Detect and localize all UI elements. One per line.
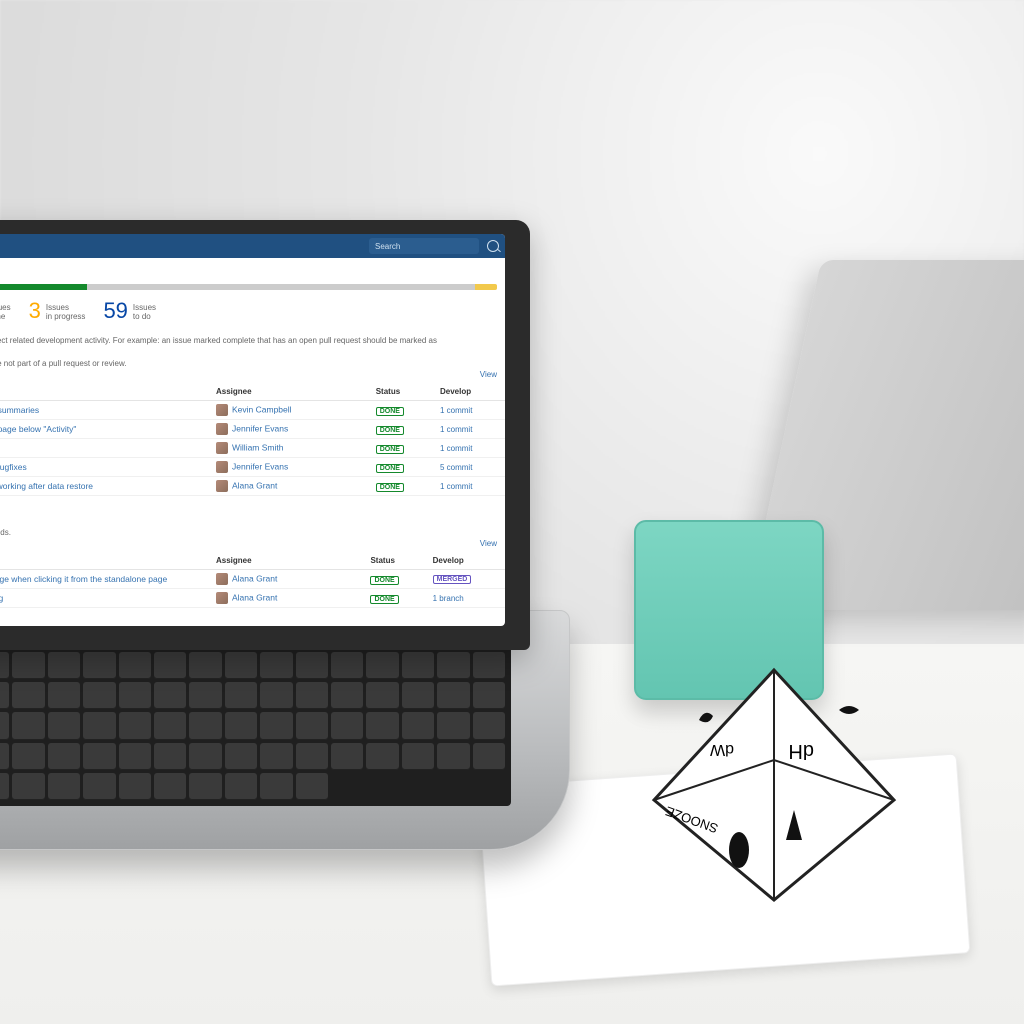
- issue-status: DONE: [370, 477, 434, 496]
- table-row[interactable]: view issue page below "Activity"Jennifer…: [0, 420, 505, 439]
- issue-title[interactable]: ached dev summaries: [0, 401, 210, 420]
- issues-table-1: Assignee Status Develop ached dev summar…: [0, 383, 505, 496]
- laptop-keyboard: [0, 646, 511, 806]
- issue-assignee[interactable]: Alana Grant: [210, 570, 364, 589]
- issue-development[interactable]: 1 branch: [427, 589, 505, 608]
- issues-table-2: Assignee Status Develop in a new page wh…: [0, 552, 505, 608]
- table-row[interactable]: ot displayingAlana GrantDONE1 branch: [0, 589, 505, 608]
- search-icon[interactable]: [487, 240, 499, 252]
- issue-title[interactable]: view issue page below "Activity": [0, 420, 210, 439]
- avatar: [216, 592, 228, 604]
- col-assignee: Assignee: [210, 383, 370, 401]
- breadcrumb: ase Notes: [0, 258, 505, 280]
- app-screen: Search ase Notes 20 Issuesdone 3 Issuesi…: [0, 234, 505, 626]
- summary-inprog-count: 3: [29, 300, 41, 322]
- avatar: [216, 404, 228, 416]
- issue-title[interactable]: into release: [0, 439, 210, 458]
- issue-development[interactable]: 5 commit: [434, 458, 505, 477]
- issue-development[interactable]: 1 commit: [434, 420, 505, 439]
- laptop: Search ase Notes 20 Issuesdone 3 Issuesi…: [0, 220, 590, 840]
- issue-development[interactable]: 1 commit: [434, 477, 505, 496]
- summary-todo[interactable]: 59 Issuesto do: [103, 300, 156, 322]
- issue-assignee[interactable]: William Smith: [210, 439, 370, 458]
- table-row[interactable]: ached dev summariesKevin CampbellDONE1 c…: [0, 401, 505, 420]
- table-row[interactable]: xing is not working after data restoreAl…: [0, 477, 505, 496]
- issue-assignee[interactable]: Alana Grant: [210, 589, 364, 608]
- avatar: [216, 442, 228, 454]
- progress-open: [87, 284, 475, 290]
- app-topbar: Search: [0, 234, 505, 258]
- warning-note: doesn't reflect related development acti…: [0, 332, 505, 349]
- search-placeholder: Search: [375, 242, 400, 251]
- table-row[interactable]: in a new page when clicking it from the …: [0, 570, 505, 589]
- issue-development[interactable]: MERGED: [427, 570, 505, 589]
- issue-development[interactable]: 1 commit: [434, 439, 505, 458]
- avatar: [216, 480, 228, 492]
- issue-status: DONE: [370, 401, 434, 420]
- avatar: [216, 461, 228, 473]
- col-status: Status: [370, 383, 434, 401]
- issue-title[interactable]: ch for TIS bugfixes: [0, 458, 210, 477]
- svg-text:dH: dH: [788, 740, 814, 762]
- table-row[interactable]: into releaseWilliam SmithDONE1 commit: [0, 439, 505, 458]
- issue-status: DONE: [370, 420, 434, 439]
- col-status: Status: [364, 552, 426, 570]
- issue-title[interactable]: xing is not working after data restore: [0, 477, 210, 496]
- progress-bar: [0, 284, 497, 290]
- avatar: [216, 573, 228, 585]
- issue-status: DONE: [370, 439, 434, 458]
- summary-done[interactable]: 20 Issuesdone: [0, 300, 11, 322]
- table-row[interactable]: ch for TIS bugfixesJennifer EvansDONE5 c…: [0, 458, 505, 477]
- issue-title[interactable]: in a new page when clicking it from the …: [0, 570, 210, 589]
- svg-text:dW: dW: [709, 741, 734, 758]
- col-assignee: Assignee: [210, 552, 364, 570]
- issue-assignee[interactable]: Kevin Campbell: [210, 401, 370, 420]
- issue-summary: 20 Issuesdone 3 Issuesin progress 59 Iss…: [0, 294, 505, 332]
- timer-dice-prop: dH dW SNOOZE: [644, 650, 904, 910]
- avatar: [216, 423, 228, 435]
- issue-assignee[interactable]: Jennifer Evans: [210, 458, 370, 477]
- search-input[interactable]: Search: [369, 238, 479, 254]
- issue-assignee[interactable]: Jennifer Evans: [210, 420, 370, 439]
- summary-inprogress[interactable]: 3 Issuesin progress: [29, 300, 86, 322]
- issue-title[interactable]: ot displaying: [0, 589, 210, 608]
- issue-assignee[interactable]: Alana Grant: [210, 477, 370, 496]
- issue-status: DONE: [364, 589, 426, 608]
- issue-status: DONE: [370, 458, 434, 477]
- progress-done: [0, 284, 87, 290]
- section1-view-link[interactable]: View: [480, 370, 497, 379]
- section2-view-link[interactable]: View: [480, 539, 497, 548]
- issue-development[interactable]: 1 commit: [434, 401, 505, 420]
- col-development: Develop: [427, 552, 505, 570]
- issue-status: DONE: [364, 570, 426, 589]
- section1-desc: commits are not part of a pull request o…: [0, 349, 505, 370]
- summary-todo-count: 59: [103, 300, 127, 322]
- section2-desc: e failing builds.: [0, 518, 505, 539]
- col-development: Develop: [434, 383, 505, 401]
